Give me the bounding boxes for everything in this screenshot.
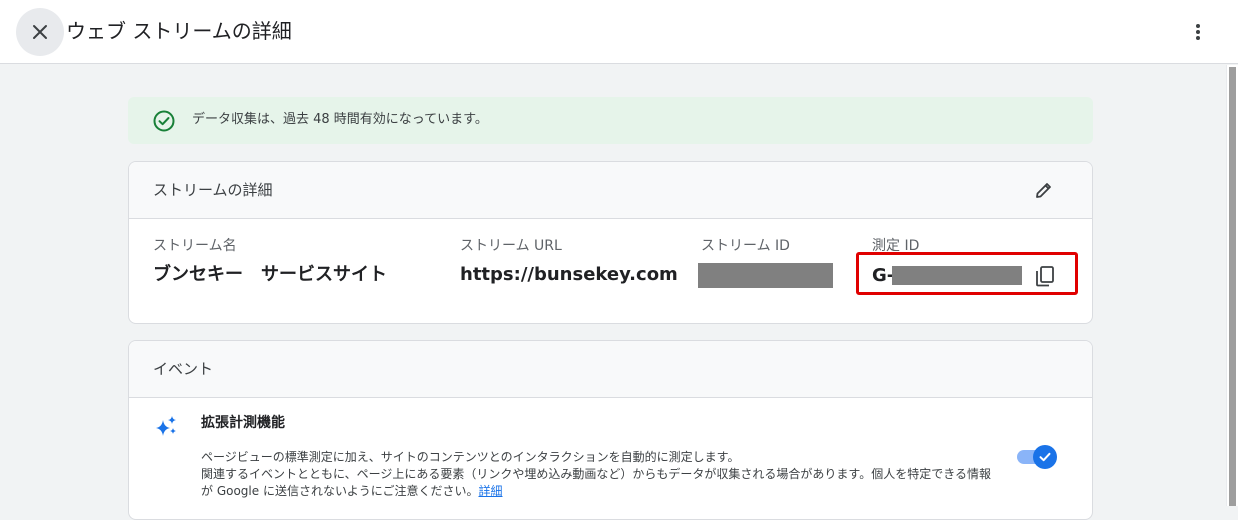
stream-id-label: ストリーム ID <box>701 238 790 254</box>
stream-name-label: ストリーム名 <box>153 238 237 254</box>
description-line-1: ページビューの標準測定に加え、サイトのコンテンツとのインタラクションを自動的に測… <box>201 450 740 464</box>
more-options-button[interactable] <box>1180 14 1216 50</box>
description-line-3: が Google に送信されないようにご注意ください。 <box>201 484 479 498</box>
more-vert-icon <box>1196 24 1200 40</box>
stream-details-header: ストリームの詳細 <box>129 162 1092 219</box>
check-icon <box>1039 452 1051 462</box>
scrollbar-thumb[interactable] <box>1229 67 1236 506</box>
events-card: イベント 拡張計測機能 ページビューの標準測定に加え、サイトのコンテンツとのイン… <box>128 340 1093 520</box>
events-header: イベント <box>129 341 1092 398</box>
events-title: イベント <box>153 360 214 378</box>
measurement-id-highlight <box>856 252 1078 295</box>
toggle-thumb <box>1033 445 1057 469</box>
app-header: ウェブ ストリームの詳細 <box>0 0 1238 64</box>
stream-name-value: ブンセキー サービスサイト <box>153 264 387 285</box>
sparkle-icon <box>156 416 176 436</box>
stream-url-field: ストリーム URL https://bunsekey.com <box>460 237 678 287</box>
stream-url-label: ストリーム URL <box>460 238 562 254</box>
enhanced-measurement-title: 拡張計測機能 <box>201 415 285 431</box>
stream-details-title: ストリームの詳細 <box>153 181 273 199</box>
pencil-icon <box>1036 183 1051 198</box>
enhanced-measurement-toggle[interactable] <box>1017 445 1057 469</box>
close-button[interactable] <box>16 8 64 56</box>
check-circle-icon <box>153 110 175 132</box>
banner-text: データ収集は、過去 48 時間有効になっています。 <box>192 112 488 127</box>
stream-name-field: ストリーム名 ブンセキー サービスサイト <box>153 237 387 287</box>
data-collection-banner: データ収集は、過去 48 時間有効になっています。 <box>128 97 1093 144</box>
description-line-2: 関連するイベントとともに、ページ上にある要素（リンクや埋め込み動画など）からもデ… <box>201 467 991 481</box>
learn-more-link[interactable]: 詳細 <box>478 484 502 498</box>
stream-id-field: ストリーム ID <box>701 237 790 255</box>
enhanced-measurement-description: ページビューの標準測定に加え、サイトのコンテンツとのインタラクションを自動的に測… <box>201 449 1019 500</box>
stream-id-redacted <box>698 263 833 288</box>
description-line-3-wrap: が Google に送信されないようにご注意ください。詳細 <box>201 483 1019 500</box>
page-title: ウェブ ストリームの詳細 <box>66 19 292 43</box>
close-icon <box>33 25 47 39</box>
scrollbar[interactable] <box>1226 65 1238 506</box>
edit-button[interactable] <box>1031 177 1057 203</box>
stream-url-value: https://bunsekey.com <box>460 264 678 285</box>
